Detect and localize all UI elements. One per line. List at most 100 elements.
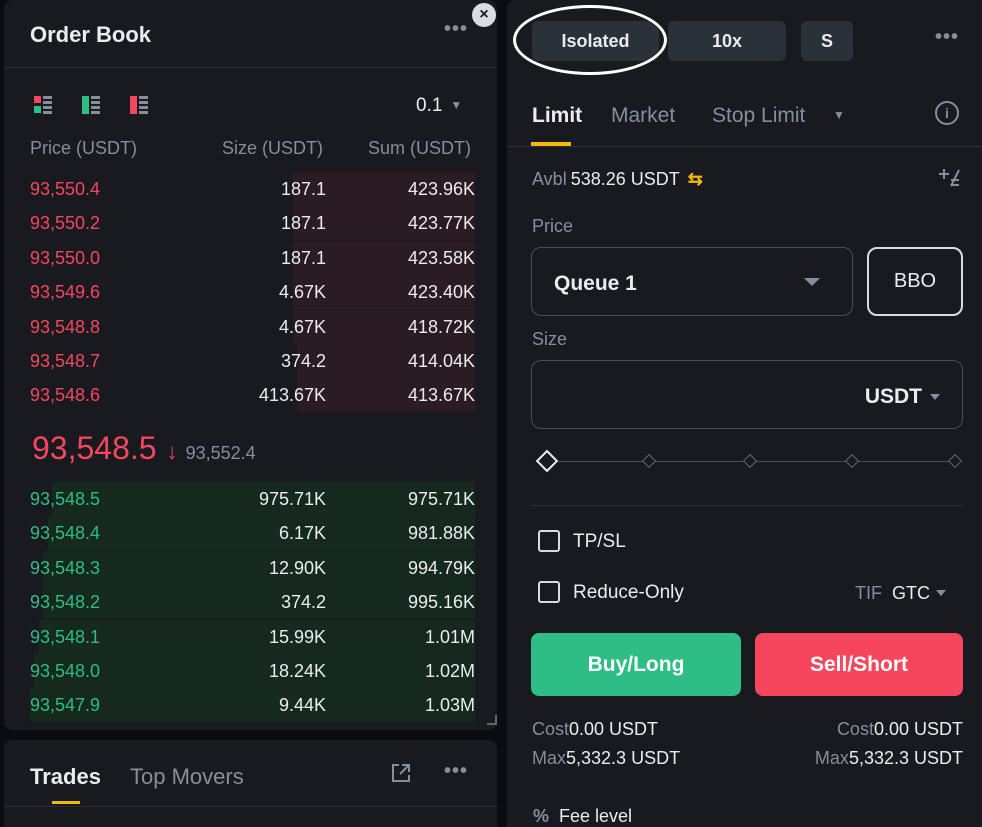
ask-row[interactable]: 93,550.0 187.1 423.58K — [30, 240, 475, 275]
max-label: Max — [532, 748, 567, 768]
tab-trades[interactable]: Trades — [30, 764, 101, 790]
mid-price-row[interactable]: 93,548.5 ↓ 93,552.4 — [32, 430, 256, 467]
header-size: Size (USDT) — [221, 138, 323, 158]
avbl-label: Avbl — [532, 169, 567, 189]
ask-row[interactable]: 93,548.7 374.2 414.04K — [30, 344, 475, 378]
buy-long-button[interactable]: Buy/Long — [531, 633, 741, 696]
more-options-icon[interactable]: ••• — [444, 18, 468, 41]
ask-sum: 423.77K — [407, 213, 475, 234]
buy-max: Max5,332.3 USDT — [532, 748, 680, 769]
ask-sum: 423.40K — [407, 282, 475, 303]
order-book-title: Order Book — [30, 22, 152, 47]
cost-label: Cost — [836, 719, 874, 739]
tab-limit[interactable]: Limit — [532, 104, 582, 128]
bid-sum: 994.79K — [407, 557, 475, 578]
tpsl-checkbox[interactable] — [538, 530, 560, 552]
bid-size: 9.44K — [278, 695, 326, 716]
size-slider[interactable] — [535, 449, 963, 473]
asset-mode-button[interactable]: S — [801, 21, 853, 61]
fee-level-label: Fee level — [559, 806, 633, 826]
calculator-icon[interactable] — [937, 166, 961, 190]
ask-price: 93,550.4 — [30, 179, 101, 199]
size-input[interactable]: USDT — [531, 360, 963, 429]
bid-price: 93,548.0 — [30, 661, 101, 681]
buy-cost: Cost0.00 USDT — [532, 719, 658, 740]
close-icon[interactable]: × — [472, 3, 496, 27]
bid-sum: 1.03M — [424, 695, 475, 716]
chevron-down-icon — [936, 590, 946, 596]
tab-market[interactable]: Market — [611, 104, 675, 128]
ask-size: 187.1 — [280, 179, 326, 199]
more-options-icon[interactable]: ••• — [444, 760, 468, 783]
depth-bar — [38, 619, 475, 654]
header-sum: Sum (USDT) — [368, 138, 471, 158]
divider — [4, 67, 497, 68]
precision-select[interactable]: 0.1 ▼ — [416, 95, 462, 117]
bid-price: 93,548.3 — [30, 557, 101, 578]
sell-short-button[interactable]: Sell/Short — [755, 633, 963, 696]
bid-row[interactable]: 93,548.5 975.71K 975.71K — [30, 482, 475, 516]
more-options-icon[interactable]: ••• — [935, 26, 959, 49]
ask-price: 93,548.8 — [30, 316, 101, 337]
sell-max: Max5,332.3 USDT — [815, 748, 963, 769]
bid-sum: 975.71K — [407, 489, 475, 509]
resize-handle-icon[interactable] — [487, 715, 497, 725]
view-bids-icon[interactable] — [82, 96, 100, 114]
bid-sum: 995.16K — [407, 592, 475, 613]
ask-size: 413.67K — [258, 385, 326, 406]
bid-row[interactable]: 93,548.1 15.99K 1.01M — [30, 619, 475, 654]
ask-price: 93,548.7 — [30, 351, 101, 371]
tpsl-label[interactable]: TP/SL — [573, 531, 626, 553]
fee-level[interactable]: % Fee level — [533, 806, 632, 827]
tif-value: GTC — [892, 583, 930, 603]
transfer-icon[interactable]: ⇆ — [688, 169, 703, 189]
cost-value: 0.00 USDT — [873, 719, 963, 739]
price-select[interactable]: Queue 1 — [531, 247, 853, 316]
max-value: 5,332.3 USDT — [566, 748, 681, 768]
price-label: Price — [532, 216, 574, 236]
ask-size: 187.1 — [280, 247, 326, 268]
slider-step[interactable] — [844, 453, 860, 469]
ask-row[interactable]: 93,548.6 413.67K 413.67K — [30, 378, 475, 413]
info-icon[interactable]: i — [935, 101, 959, 125]
ask-price: 93,548.6 — [30, 385, 101, 406]
chevron-down-icon[interactable]: ▼ — [833, 108, 845, 122]
bid-row[interactable]: 93,548.4 6.17K 981.88K — [30, 516, 475, 551]
tab-active-underline — [52, 801, 80, 804]
external-link-icon[interactable] — [390, 762, 412, 784]
slider-step[interactable] — [742, 453, 758, 469]
price-select-value: Queue 1 — [554, 272, 637, 295]
ask-row[interactable]: 93,549.6 4.67K 423.40K — [30, 275, 475, 310]
ask-sum: 414.04K — [407, 351, 475, 371]
bid-size: 15.99K — [268, 626, 326, 647]
leverage-button[interactable]: 10x — [668, 21, 786, 61]
tab-stop-limit[interactable]: Stop Limit — [712, 104, 805, 128]
last-price: 93,548.5 — [32, 430, 157, 466]
bid-sum: 1.01M — [424, 626, 475, 647]
cost-value: 0.00 USDT — [569, 719, 659, 739]
bbo-button[interactable]: BBO — [867, 247, 963, 316]
bid-row[interactable]: 93,548.3 12.90K 994.79K — [30, 550, 475, 585]
slider-step[interactable] — [641, 453, 657, 469]
ask-row[interactable]: 93,548.8 4.67K 418.72K — [30, 309, 475, 344]
arrow-down-icon: ↓ — [166, 439, 178, 464]
reduce-only-label[interactable]: Reduce-Only — [573, 582, 684, 604]
view-both-icon[interactable] — [34, 96, 52, 114]
slider-step[interactable] — [947, 453, 963, 469]
view-asks-icon[interactable] — [130, 96, 148, 114]
bid-row[interactable]: 93,548.0 18.24K 1.02M — [30, 654, 475, 688]
reduce-only-checkbox[interactable] — [538, 581, 560, 603]
ask-row[interactable]: 93,550.4 187.1 423.96K — [30, 172, 475, 206]
divider — [4, 806, 497, 807]
avbl-value: 538.26 USDT — [570, 169, 680, 189]
size-unit[interactable]: USDT — [865, 385, 922, 409]
bid-row[interactable]: 93,547.9 9.44K 1.03M — [30, 688, 475, 723]
bid-row[interactable]: 93,548.2 374.2 995.16K — [30, 585, 475, 620]
tif-select[interactable]: TIF GTC — [855, 583, 946, 604]
bid-size: 6.17K — [278, 523, 326, 544]
ask-row[interactable]: 93,550.2 187.1 423.77K — [30, 206, 475, 241]
bid-price: 93,548.5 — [30, 489, 101, 509]
tab-top-movers[interactable]: Top Movers — [130, 764, 244, 790]
ask-size: 4.67K — [278, 316, 326, 337]
slider-handle[interactable] — [535, 449, 559, 473]
